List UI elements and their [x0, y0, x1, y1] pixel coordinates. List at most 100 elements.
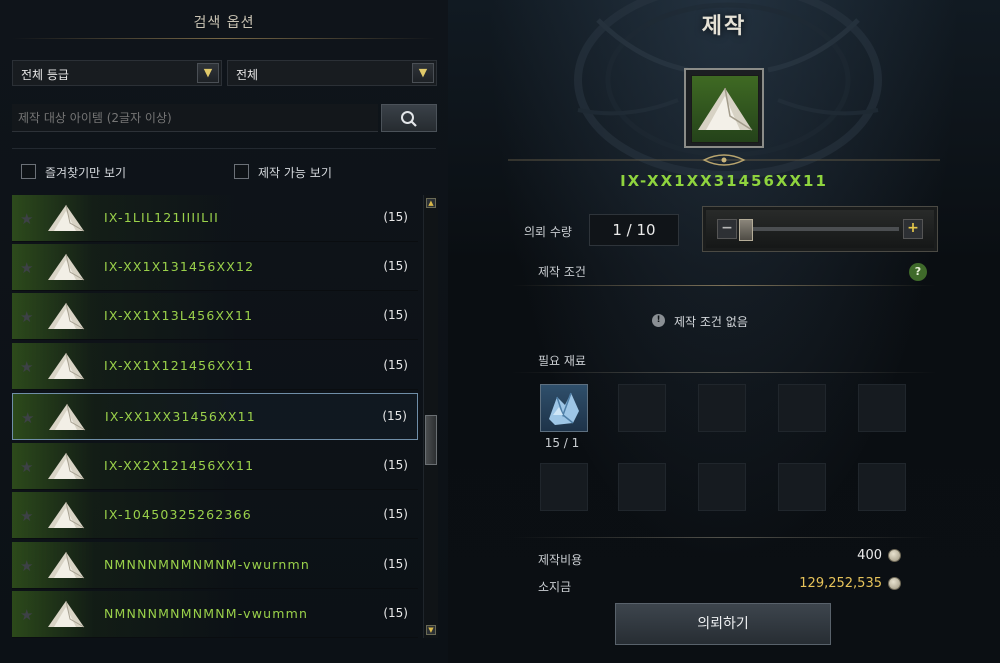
- divider: [512, 372, 936, 373]
- powder-pile-icon: [48, 352, 85, 380]
- list-item[interactable]: ★ IX-1LIL121IIIILII (15): [12, 195, 418, 242]
- powder-pile-icon: [48, 302, 85, 330]
- craft-item-list: ★ IX-1LIL121IIIILII (15) ★ IX-XX1X131456…: [12, 195, 418, 638]
- powder-pile-icon: [48, 551, 85, 579]
- list-item[interactable]: ★ IX-XX1X13L456XX11 (15): [12, 293, 418, 340]
- favorite-star-icon[interactable]: ★: [20, 259, 33, 277]
- favorite-star-icon[interactable]: ★: [20, 358, 33, 376]
- condition-none-text: ! 제작 조건 없음: [652, 313, 748, 330]
- search-icon: [401, 111, 417, 127]
- favorite-star-icon[interactable]: ★: [20, 606, 33, 624]
- favorite-star-icon[interactable]: ★: [21, 409, 34, 427]
- item-count: (15): [383, 308, 408, 322]
- search-button[interactable]: [381, 104, 437, 132]
- item-count: (15): [382, 409, 407, 423]
- search-input-wrap: [12, 104, 378, 132]
- craft-title: 제작: [701, 14, 747, 39]
- silver-coin-icon: [888, 549, 901, 562]
- material-slot-empty: [540, 463, 588, 511]
- materials-label: 필요 재료: [538, 354, 586, 368]
- material-slot[interactable]: [540, 384, 588, 432]
- material-count: 15 / 1: [544, 436, 580, 450]
- item-count: (15): [383, 507, 408, 521]
- cost-label: 제작비용: [538, 553, 583, 567]
- list-scrollbar[interactable]: ▲ ▼: [423, 195, 438, 638]
- favorite-star-icon[interactable]: ★: [20, 458, 33, 476]
- decrease-button[interactable]: −: [717, 219, 737, 239]
- favorite-star-icon[interactable]: ★: [20, 557, 33, 575]
- powder-pile-icon: [48, 600, 85, 628]
- powder-pile-icon: [49, 403, 86, 431]
- item-count: (15): [383, 210, 408, 224]
- checkbox-box[interactable]: [234, 164, 249, 179]
- powder-pile-icon: [48, 204, 85, 232]
- quantity-field[interactable]: 1 / 10: [589, 214, 679, 246]
- material-slot-empty: [778, 384, 826, 432]
- owned-value: 129,252,535: [799, 576, 882, 591]
- item-count: (15): [383, 557, 408, 571]
- favorite-star-icon[interactable]: ★: [20, 210, 33, 228]
- help-icon[interactable]: ?: [909, 263, 927, 281]
- powder-pile-icon: [48, 501, 85, 529]
- list-item[interactable]: ★ NMNNNMNMNMNM-vwummn (15): [12, 591, 418, 638]
- item-count: (15): [383, 606, 408, 620]
- material-slot-empty: [698, 384, 746, 432]
- slider-thumb[interactable]: [739, 219, 753, 241]
- list-item[interactable]: ★ IX-XX2X121456XX11 (15): [12, 443, 418, 490]
- list-item-selected[interactable]: ★ IX-XX1XX31456XX11 (15): [12, 393, 418, 440]
- item-name: IX-1LIL121IIIILII: [104, 210, 220, 225]
- chevron-down-icon[interactable]: ▼: [412, 63, 434, 83]
- craft-target-slot[interactable]: [684, 68, 764, 148]
- list-item[interactable]: ★ IX-10450325262366 (15): [12, 492, 418, 539]
- craftable-only-label: 제작 가능 보기: [258, 166, 332, 180]
- item-name: NMNNNMNMNMNM-vwummn: [104, 606, 309, 621]
- search-options-title: 검색 옵션: [193, 15, 255, 31]
- powder-pile-icon: [48, 253, 85, 281]
- material-slot-empty: [618, 463, 666, 511]
- item-name: IX-10450325262366: [104, 507, 252, 522]
- category-dropdown[interactable]: 전체 ▼: [227, 60, 437, 86]
- item-name: IX-XX1X131456XX12: [104, 259, 255, 274]
- material-slot-empty: [778, 463, 826, 511]
- powder-pile-icon: [698, 87, 753, 131]
- item-name: NMNNNMNMNMNM-vwurnmn: [104, 557, 311, 572]
- request-button[interactable]: 의뢰하기: [615, 603, 831, 645]
- craft-panel: 제작 IX-XX1XX31456XX11 의뢰 수량 1 / 10 − + 제작…: [448, 0, 1000, 663]
- quantity-slider: − +: [702, 206, 938, 252]
- item-count: (15): [383, 259, 408, 273]
- list-item[interactable]: ★ IX-XX1X131456XX12 (15): [12, 244, 418, 291]
- item-count: (15): [383, 458, 408, 472]
- divider: [512, 285, 936, 286]
- info-icon: !: [652, 314, 665, 327]
- category-dropdown-label: 전체: [236, 68, 259, 82]
- ornament-divider: [508, 154, 940, 166]
- item-count: (15): [383, 358, 408, 372]
- favorites-only-label: 즐겨찾기만 보기: [45, 166, 127, 180]
- silver-coin-icon: [888, 577, 901, 590]
- search-options-panel: 검색 옵션 전체 등급 ▼ 전체 ▼ 즐겨찾기만 보기 제작 가능 보기 ★ I…: [0, 0, 448, 663]
- favorite-star-icon[interactable]: ★: [20, 507, 33, 525]
- scroll-thumb[interactable]: [425, 415, 437, 465]
- slider-track[interactable]: [743, 227, 899, 231]
- chevron-down-icon[interactable]: ▼: [197, 63, 219, 83]
- scroll-down-arrow-icon[interactable]: ▼: [426, 625, 436, 635]
- search-input[interactable]: [12, 104, 378, 131]
- list-item[interactable]: ★ NMNNNMNMNMNM-vwurnmn (15): [12, 542, 418, 589]
- owned-label: 소지금: [538, 580, 572, 594]
- material-slot-empty: [858, 384, 906, 432]
- favorite-star-icon[interactable]: ★: [20, 308, 33, 326]
- checkbox-box[interactable]: [21, 164, 36, 179]
- powder-pile-icon: [48, 452, 85, 480]
- quantity-label: 의뢰 수량: [524, 225, 572, 239]
- scroll-up-arrow-icon[interactable]: ▲: [426, 198, 436, 208]
- grade-dropdown[interactable]: 전체 등급 ▼: [12, 60, 222, 86]
- material-slot-empty: [618, 384, 666, 432]
- item-name: IX-XX2X121456XX11: [104, 458, 255, 473]
- increase-button[interactable]: +: [903, 219, 923, 239]
- material-slot-empty: [698, 463, 746, 511]
- item-name: IX-XX1X13L456XX11: [104, 308, 254, 323]
- crystal-ore-icon: [549, 392, 579, 425]
- list-item[interactable]: ★ IX-XX1X121456XX11 (15): [12, 343, 418, 390]
- cost-value: 400: [857, 548, 882, 563]
- grade-dropdown-label: 전체 등급: [21, 68, 69, 82]
